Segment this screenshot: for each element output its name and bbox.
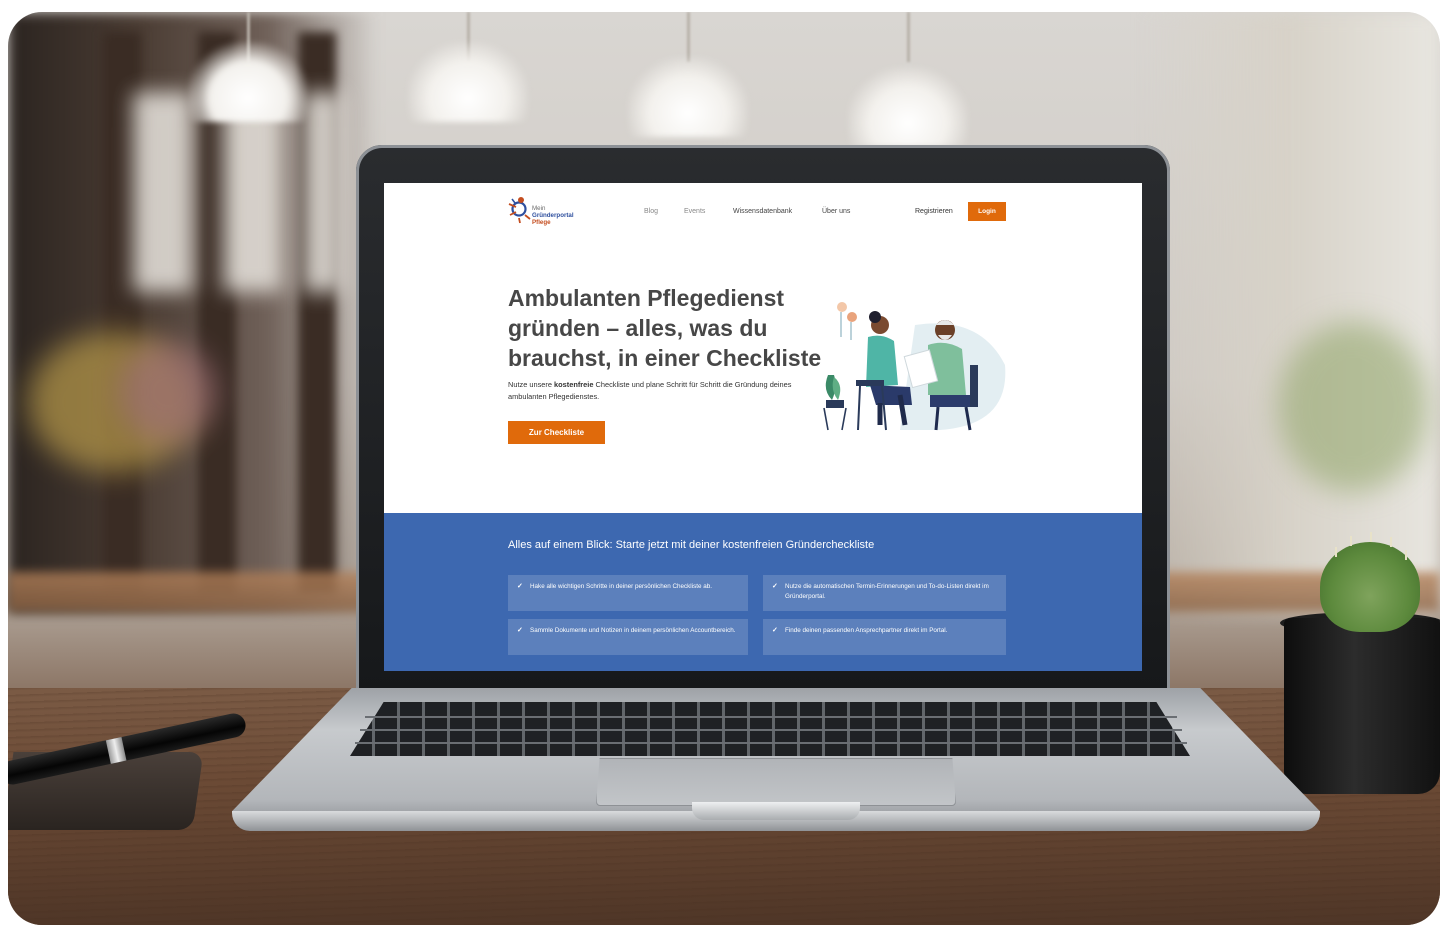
- nav-link-blog[interactable]: Blog: [644, 208, 658, 215]
- cactus-spine: [1370, 532, 1372, 542]
- checkmark-icon: ✓: [517, 583, 523, 590]
- hero-description: Nutze unsere kostenfreie Checkliste und …: [508, 379, 828, 403]
- background-flowers: [118, 342, 218, 442]
- laptop-screen: Mein Gründerportal Pflege Blog Events Wi…: [384, 183, 1142, 671]
- register-link[interactable]: Registrieren: [915, 208, 953, 215]
- keyboard-row-gap: [355, 742, 1187, 744]
- keyboard-row-gap: [365, 716, 1177, 718]
- nav-link-wissensdatenbank[interactable]: Wissensdatenbank: [733, 208, 792, 215]
- background-plant: [1278, 322, 1428, 492]
- site-logo[interactable]: Mein Gründerportal Pflege: [507, 195, 587, 235]
- features-section: Alles auf einem Blick: Starte jetzt mit …: [384, 513, 1142, 671]
- cactus-spine: [1390, 537, 1392, 547]
- nav-link-ueber-uns[interactable]: Über uns: [822, 208, 850, 215]
- ceiling-lamp: [408, 42, 528, 122]
- site-header: Mein Gründerportal Pflege Blog Events Wi…: [384, 183, 1142, 243]
- hero-text-part: Nutze unsere: [508, 380, 555, 389]
- logo-line-3: Pflege: [532, 219, 551, 226]
- feature-text: Finde deinen passenden Ansprechpartner d…: [785, 627, 948, 634]
- features-title: Alles auf einem Blick: Starte jetzt mit …: [508, 539, 875, 551]
- logo-emblem-icon: [508, 197, 531, 224]
- checkmark-icon: ✓: [772, 583, 778, 590]
- nurse-patient-illustration: [823, 302, 1006, 431]
- logo-line-1: Mein: [532, 205, 546, 212]
- cactus-spine: [1335, 547, 1337, 557]
- ceiling-lamp: [188, 42, 308, 122]
- feature-text: Sammle Dokumente und Notizen in deinem p…: [530, 627, 736, 634]
- hero-title: Ambulanten Pflegedienst gründen – alles,…: [508, 285, 822, 371]
- laptop-trackpad: [596, 758, 956, 806]
- lamp-cord: [907, 12, 910, 62]
- logo-line-2: Gründerportal: [532, 212, 574, 219]
- lamp-cord: [687, 12, 690, 62]
- background-window: [223, 92, 283, 292]
- hero-text-bold: kostenfreie: [554, 380, 594, 389]
- background-window: [133, 92, 193, 292]
- laptop-notch: [692, 802, 860, 820]
- background-window: [303, 92, 343, 292]
- nav-link-events[interactable]: Events: [684, 208, 705, 215]
- pen-ring: [105, 737, 127, 764]
- feature-item: ✓ Finde deinen passenden Ansprechpartner…: [763, 619, 1006, 655]
- checklist-button[interactable]: Zur Checkliste: [508, 421, 605, 444]
- login-button[interactable]: Login: [968, 202, 1006, 221]
- keyboard-row-gap: [360, 729, 1182, 731]
- cactus: [1320, 532, 1420, 632]
- feature-text: Hake alle wichtigen Schritte in deiner p…: [530, 583, 713, 590]
- cactus-spine: [1350, 536, 1352, 546]
- ceiling-lamp: [628, 57, 748, 137]
- checkmark-icon: ✓: [772, 627, 778, 634]
- ceiling-lamp: [848, 67, 968, 147]
- feature-text: Nutze die automatischen Termin-Erinnerun…: [785, 583, 989, 600]
- background-bright-area: [1140, 12, 1440, 612]
- logo-text: Mein Gründerportal Pflege: [532, 205, 574, 226]
- feature-item: ✓ Nutze die automatischen Termin-Erinner…: [763, 575, 1006, 611]
- cactus-pot: [1284, 618, 1440, 794]
- feature-item: ✓ Hake alle wichtigen Schritte in deiner…: [508, 575, 748, 611]
- checkmark-icon: ✓: [517, 627, 523, 634]
- cactus-spine: [1405, 550, 1407, 560]
- feature-item: ✓ Sammle Dokumente und Notizen in deinem…: [508, 619, 748, 655]
